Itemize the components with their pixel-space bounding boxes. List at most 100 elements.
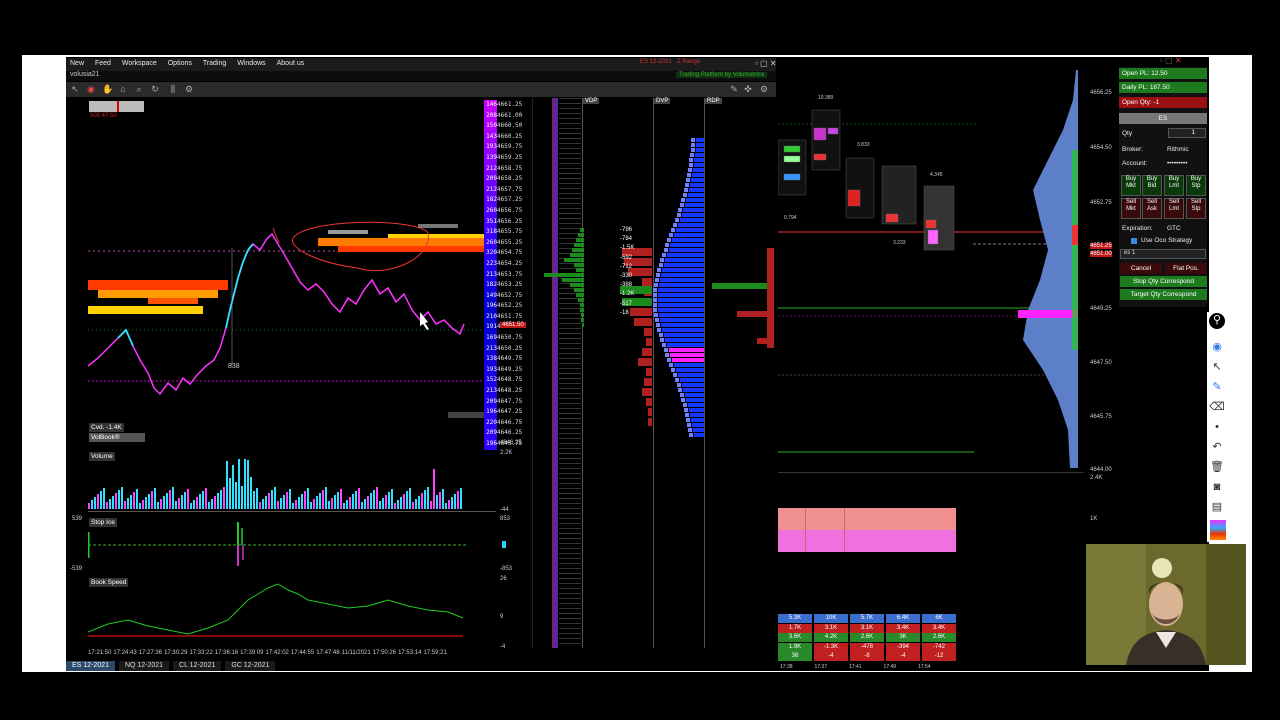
gear-icon[interactable]: ⚙ xyxy=(759,84,769,94)
volume-bar xyxy=(433,469,435,509)
buy-mkt-button[interactable]: Buy Mkt xyxy=(1121,175,1141,196)
grid-line xyxy=(559,438,581,439)
zoom-icon[interactable]: ⌕ xyxy=(134,84,144,94)
camera-icon[interactable]: ◙ xyxy=(1208,480,1226,495)
volume-bar xyxy=(460,488,462,509)
stop-qty-button[interactable]: Stop Qty Correspond xyxy=(1120,276,1207,287)
strategy-select[interactable]: es 1 xyxy=(1120,249,1206,259)
account-value[interactable]: ••••••••• xyxy=(1167,160,1187,167)
menu-about[interactable]: About us xyxy=(277,60,305,67)
pen-icon[interactable]: ✎ xyxy=(1208,380,1226,395)
stats-cell: 3.4K xyxy=(886,623,920,633)
stats-cell: -478 xyxy=(850,642,884,652)
refresh-icon[interactable]: ↻ xyxy=(150,84,160,94)
dvp-bar xyxy=(692,173,704,177)
tab-cl[interactable]: CL 12-2021 xyxy=(173,661,222,671)
volume-bar xyxy=(442,489,444,509)
bubble-label-5: 3.233 xyxy=(893,240,906,246)
draw-icon[interactable]: ✎ xyxy=(729,84,739,94)
tab-es[interactable]: ES 12-2021 xyxy=(66,661,115,671)
broker-value[interactable]: Rithmic xyxy=(1167,146,1189,153)
dvp-bar xyxy=(658,298,704,302)
time-tick: 17:33:22 xyxy=(189,650,213,656)
sell-mkt-button[interactable]: Sell Mkt xyxy=(1121,198,1141,219)
clipboard-icon[interactable]: ▤ xyxy=(1208,500,1226,515)
grid-line xyxy=(559,313,581,314)
sell-ask-button[interactable]: Sell Ask xyxy=(1142,198,1162,219)
record-icon[interactable]: ◉ xyxy=(86,84,96,94)
price-level: 4660.25 xyxy=(497,132,523,140)
expiration-value[interactable]: GTC xyxy=(1167,225,1181,232)
volume-bar xyxy=(184,492,186,509)
price-level: 4655.25 xyxy=(497,238,523,246)
tab-nq[interactable]: NQ 12-2021 xyxy=(118,661,170,671)
grid-line xyxy=(559,513,581,514)
price-chart[interactable] xyxy=(88,98,488,448)
dvp-bar xyxy=(678,223,704,227)
delta-bar xyxy=(642,348,652,356)
dvp-edge xyxy=(681,398,685,402)
menu-feed[interactable]: Feed xyxy=(95,60,111,67)
grid-line xyxy=(559,358,581,359)
menu-trading[interactable]: Trading xyxy=(203,60,226,67)
oco-checkbox[interactable] xyxy=(1131,238,1137,244)
rdp-bar xyxy=(767,248,774,348)
settings-icon[interactable]: ⚙ xyxy=(184,84,194,94)
menu-workspace[interactable]: Workspace xyxy=(122,60,157,67)
trash-icon[interactable]: 🗑 xyxy=(1208,460,1226,475)
cursor-icon[interactable]: ↖ xyxy=(70,84,80,94)
pointer-icon[interactable]: ↖ xyxy=(1208,360,1226,375)
dvp-edge xyxy=(653,308,657,312)
dvp-edge xyxy=(687,173,691,177)
panel-window-controls[interactable]: ▫ ▢ ✕ xyxy=(1160,56,1182,65)
price-ladder[interactable]: 4661.25 4661.00 4660.50 4660.25 4659.75 4659.… xyxy=(497,100,527,450)
color-palette-icon[interactable] xyxy=(1210,520,1226,540)
stats-cell: -4 xyxy=(886,652,920,661)
crosshair-icon[interactable]: ✜ xyxy=(743,84,753,94)
menu-new[interactable]: New xyxy=(70,60,84,67)
size-level: 318 xyxy=(486,228,497,236)
volume-bar xyxy=(97,494,99,509)
grid-line xyxy=(559,113,581,114)
sell-lmt-button[interactable]: Sell Lmt xyxy=(1164,198,1184,219)
sell-stp-button[interactable]: Sell Stp xyxy=(1186,198,1206,219)
dvp-edge xyxy=(660,338,664,342)
menu-windows[interactable]: Windows xyxy=(237,60,265,67)
undo-icon[interactable]: ↶ xyxy=(1208,440,1226,455)
volume-bar xyxy=(187,489,189,509)
buy-lmt-button[interactable]: Buy Lmt xyxy=(1164,175,1184,196)
tag-icon[interactable]: ⌂ xyxy=(118,84,128,94)
dvp-edge xyxy=(689,163,693,167)
grid-line xyxy=(559,378,581,379)
volume-bar xyxy=(409,488,411,509)
hand-icon[interactable]: ✋ xyxy=(102,84,113,94)
eraser-icon[interactable]: ⌫ xyxy=(1208,400,1226,415)
pin-icon[interactable]: ⚲ xyxy=(1209,313,1225,329)
volume-bar xyxy=(238,459,240,509)
grid-line xyxy=(559,473,581,474)
window-controls[interactable]: ▫ ▢ ✕ xyxy=(755,59,777,68)
dvp-edge xyxy=(688,428,692,432)
grid-line xyxy=(559,618,581,619)
bars-icon[interactable]: ⫼ xyxy=(168,84,178,94)
volbook-label[interactable]: VolBook® xyxy=(89,433,145,442)
cancel-button[interactable]: Cancel xyxy=(1120,263,1162,274)
dvp-bar xyxy=(693,428,704,432)
eye-icon[interactable]: ◉ xyxy=(1208,340,1226,355)
buy-stp-button[interactable]: Buy Stp xyxy=(1186,175,1206,196)
symbol-field[interactable]: ES xyxy=(1119,113,1207,124)
flat-pos-button[interactable]: Flat Pos. xyxy=(1165,263,1207,274)
dot-icon[interactable]: • xyxy=(1208,420,1226,435)
footprint-chart[interactable] xyxy=(778,70,1084,468)
volume-bar xyxy=(349,497,351,509)
volume-bar xyxy=(331,498,333,509)
volume-bar xyxy=(355,491,357,509)
right-time-tick: 17:41 xyxy=(849,664,862,670)
menu-options[interactable]: Options xyxy=(168,60,192,67)
volume-bar xyxy=(112,496,114,509)
tab-gc[interactable]: GC 12-2021 xyxy=(225,661,276,671)
target-qty-button[interactable]: Target Qty Correspond xyxy=(1120,289,1207,300)
buy-bid-button[interactable]: Buy Bid xyxy=(1142,175,1162,196)
qty-input[interactable]: 1 xyxy=(1168,128,1206,138)
right-time-tick: 17:49 xyxy=(883,664,897,670)
